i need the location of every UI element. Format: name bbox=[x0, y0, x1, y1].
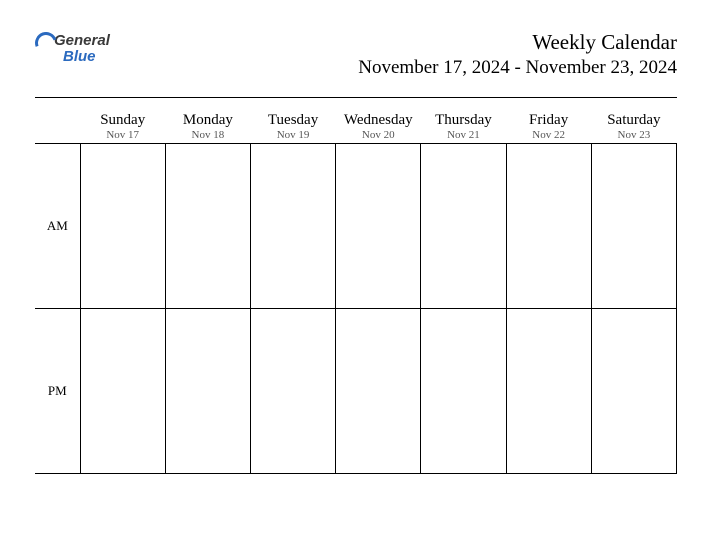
logo-text-general: General bbox=[54, 34, 110, 48]
day-date: Nov 19 bbox=[250, 129, 335, 141]
cell-pm-thursday bbox=[421, 309, 506, 474]
cell-pm-wednesday bbox=[336, 309, 421, 474]
day-date: Nov 17 bbox=[80, 129, 165, 141]
title-block: Weekly Calendar November 17, 2024 - Nove… bbox=[358, 30, 677, 79]
cell-pm-saturday bbox=[591, 309, 676, 474]
header: General Blue Weekly Calendar November 17… bbox=[35, 30, 677, 79]
calendar-row-pm: PM bbox=[35, 309, 677, 474]
day-name: Friday bbox=[506, 112, 591, 129]
day-name: Saturday bbox=[591, 112, 676, 129]
day-name: Sunday bbox=[80, 112, 165, 129]
cell-am-sunday bbox=[80, 144, 165, 309]
calendar-header-row: Sunday Nov 17 Monday Nov 18 Tuesday Nov … bbox=[35, 108, 677, 144]
period-label-am: AM bbox=[35, 144, 80, 309]
day-name: Tuesday bbox=[250, 112, 335, 129]
calendar-row-am: AM bbox=[35, 144, 677, 309]
date-range: November 17, 2024 - November 23, 2024 bbox=[358, 57, 677, 79]
cell-am-friday bbox=[506, 144, 591, 309]
day-name: Thursday bbox=[421, 112, 506, 129]
day-header-saturday: Saturday Nov 23 bbox=[591, 108, 676, 144]
day-date: Nov 22 bbox=[506, 129, 591, 141]
day-header-wednesday: Wednesday Nov 20 bbox=[336, 108, 421, 144]
cell-pm-monday bbox=[165, 309, 250, 474]
day-date: Nov 21 bbox=[421, 129, 506, 141]
cell-am-tuesday bbox=[250, 144, 335, 309]
day-header-sunday: Sunday Nov 17 bbox=[80, 108, 165, 144]
weekly-calendar-table: Sunday Nov 17 Monday Nov 18 Tuesday Nov … bbox=[35, 108, 677, 474]
day-date: Nov 18 bbox=[165, 129, 250, 141]
day-header-friday: Friday Nov 22 bbox=[506, 108, 591, 144]
cell-am-thursday bbox=[421, 144, 506, 309]
header-divider bbox=[35, 97, 677, 98]
cell-am-saturday bbox=[591, 144, 676, 309]
day-header-tuesday: Tuesday Nov 19 bbox=[250, 108, 335, 144]
cell-am-wednesday bbox=[336, 144, 421, 309]
cell-pm-friday bbox=[506, 309, 591, 474]
day-header-monday: Monday Nov 18 bbox=[165, 108, 250, 144]
cell-am-monday bbox=[165, 144, 250, 309]
cell-pm-tuesday bbox=[250, 309, 335, 474]
day-header-thursday: Thursday Nov 21 bbox=[421, 108, 506, 144]
corner-cell bbox=[35, 108, 80, 144]
page-title: Weekly Calendar bbox=[358, 30, 677, 55]
day-date: Nov 23 bbox=[591, 129, 676, 141]
logo-swoosh-icon bbox=[35, 32, 53, 50]
cell-pm-sunday bbox=[80, 309, 165, 474]
day-date: Nov 20 bbox=[336, 129, 421, 141]
logo-generalblue: General Blue bbox=[35, 30, 110, 64]
day-name: Wednesday bbox=[336, 112, 421, 129]
period-label-pm: PM bbox=[35, 309, 80, 474]
day-name: Monday bbox=[165, 112, 250, 129]
logo-text-blue: Blue bbox=[63, 50, 96, 64]
